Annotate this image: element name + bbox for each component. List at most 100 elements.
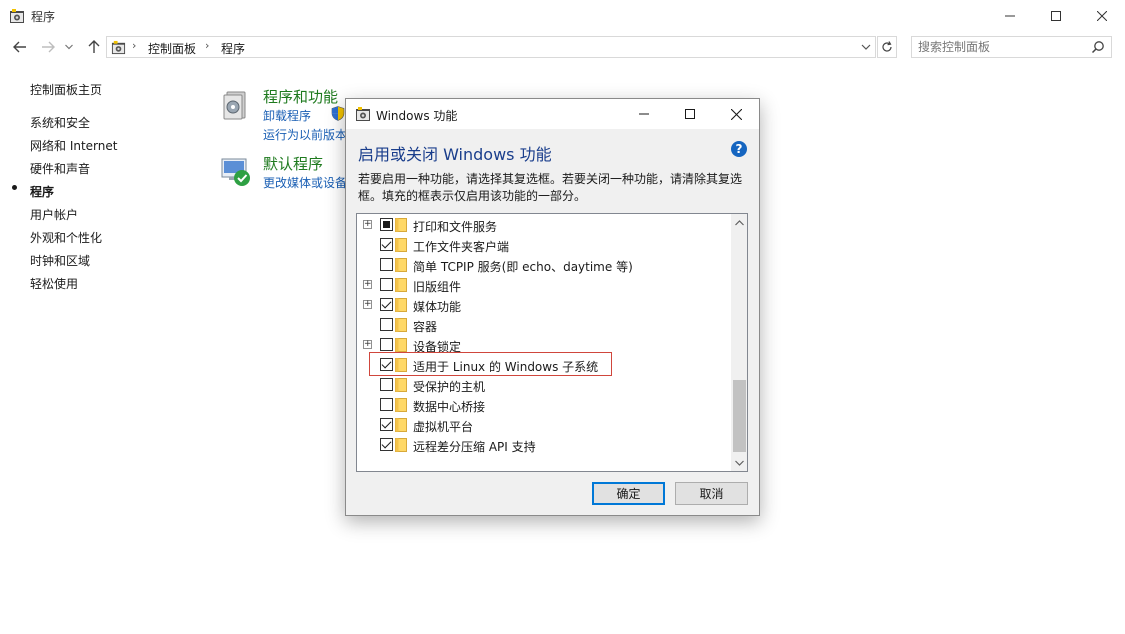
folder-icon — [395, 278, 407, 292]
up-button[interactable] — [84, 36, 104, 58]
sidebar-item-user-accounts[interactable]: 用户帐户 — [30, 206, 78, 223]
control-panel-icon — [111, 40, 126, 55]
windows-features-icon — [356, 107, 370, 121]
address-dropdown-icon[interactable] — [861, 44, 871, 51]
feature-tree[interactable]: + 打印和文件服务 工作文件夹客户端 简单 TCPIP 服务(即 echo、dayti… — [356, 213, 748, 472]
refresh-button[interactable] — [877, 36, 897, 58]
refresh-icon — [882, 41, 892, 52]
forward-button[interactable] — [38, 36, 58, 58]
sidebar-item-appearance[interactable]: 外观和个性化 — [30, 229, 102, 246]
feature-row[interactable]: + 打印和文件服务 — [357, 215, 732, 235]
address-toolbar: › 控制面板 › 程序 — [0, 32, 1125, 62]
sidebar-item-clock-region[interactable]: 时钟和区域 — [30, 252, 90, 269]
search-box[interactable] — [911, 36, 1112, 58]
uac-shield-icon — [331, 106, 345, 121]
ok-button[interactable]: 确定 — [592, 482, 665, 505]
feature-label: 受保护的主机 — [413, 380, 486, 394]
feature-row[interactable]: + 媒体功能 — [357, 295, 732, 315]
feature-checkbox[interactable] — [380, 278, 393, 291]
feature-label: 远程差分压缩 API 支持 — [413, 440, 536, 454]
feature-checkbox[interactable] — [380, 258, 393, 271]
expand-plus-icon[interactable]: + — [363, 220, 372, 229]
expand-plus-icon[interactable]: + — [363, 340, 372, 349]
run-older-programs-link[interactable]: 运行为以前版本 — [263, 126, 347, 143]
expand-plus-icon[interactable]: + — [363, 300, 372, 309]
sidebar-item-network-internet[interactable]: 网络和 Internet — [30, 137, 117, 154]
feature-row[interactable]: 虚拟机平台 — [357, 415, 732, 435]
feature-row[interactable]: 简单 TCPIP 服务(即 echo、daytime 等) — [357, 255, 732, 275]
programs-features-title[interactable]: 程序和功能 — [263, 86, 338, 107]
feature-label: 媒体功能 — [413, 300, 462, 314]
feature-label: 打印和文件服务 — [413, 220, 498, 234]
dialog-minimize-button[interactable] — [621, 99, 667, 129]
folder-icon — [395, 438, 407, 452]
maximize-button[interactable] — [1033, 0, 1079, 32]
maximize-icon — [685, 109, 695, 119]
sidebar-item-programs[interactable]: 程序 — [30, 183, 54, 200]
breadcrumb-separator-icon: › — [132, 39, 137, 52]
dialog-description: 若要启用一种功能，请选择其复选框。若要关闭一种功能，请清除其复选框。填充的框表示… — [358, 172, 743, 203]
minimize-button[interactable] — [987, 0, 1033, 32]
feature-label: 虚拟机平台 — [413, 420, 474, 434]
back-button[interactable] — [10, 36, 30, 58]
close-button[interactable] — [1079, 0, 1125, 32]
breadcrumb-programs[interactable]: 程序 — [221, 40, 245, 57]
default-programs-icon — [221, 158, 250, 186]
help-icon[interactable]: ? — [731, 141, 747, 157]
feature-row[interactable]: 受保护的主机 — [357, 375, 732, 395]
feature-row[interactable]: + 旧版组件 — [357, 275, 732, 295]
sidebar-item-system-security[interactable]: 系统和安全 — [30, 114, 90, 131]
dialog-titlebar: Windows 功能 — [346, 99, 759, 129]
dialog-maximize-button[interactable] — [667, 99, 713, 129]
default-programs-title[interactable]: 默认程序 — [263, 153, 323, 174]
feature-checkbox[interactable] — [380, 318, 393, 331]
dialog-heading: 启用或关闭 Windows 功能 — [358, 145, 552, 164]
feature-checkbox[interactable] — [380, 398, 393, 411]
feature-list-scrollbar[interactable] — [731, 214, 747, 471]
change-media-devices-link[interactable]: 更改媒体或设备 — [263, 174, 347, 191]
sidebar-item-ease-of-access[interactable]: 轻松使用 — [30, 275, 78, 292]
cancel-button[interactable]: 取消 — [675, 482, 748, 505]
feature-checkbox[interactable] — [380, 418, 393, 431]
close-icon — [730, 108, 742, 120]
active-item-bullet-icon — [12, 185, 17, 190]
feature-row[interactable]: 容器 — [357, 315, 732, 335]
feature-row[interactable]: 数据中心桥接 — [357, 395, 732, 415]
feature-row[interactable]: 工作文件夹客户端 — [357, 235, 732, 255]
breadcrumb-control-panel[interactable]: 控制面板 — [148, 40, 196, 57]
feature-checkbox[interactable] — [380, 238, 393, 251]
dialog-close-button[interactable] — [713, 99, 759, 129]
scroll-down-icon[interactable] — [731, 454, 747, 471]
feature-checkbox[interactable] — [380, 338, 393, 351]
folder-icon — [395, 218, 407, 232]
windows-features-dialog: Windows 功能 启用或关闭 Windows 功能 ? 若要启用一种功能，请… — [345, 98, 760, 516]
feature-checkbox[interactable] — [380, 438, 393, 451]
feature-checkbox[interactable] — [380, 298, 393, 311]
search-icon[interactable] — [1091, 40, 1105, 54]
search-input[interactable] — [918, 39, 1088, 55]
folder-icon — [395, 298, 407, 312]
feature-row[interactable]: 远程差分压缩 API 支持 — [357, 435, 732, 455]
folder-icon — [395, 238, 407, 252]
feature-checkbox[interactable] — [380, 218, 393, 231]
expand-plus-icon[interactable]: + — [363, 280, 372, 289]
feature-label: 容器 — [413, 320, 438, 334]
up-arrow-icon — [88, 40, 100, 53]
folder-icon — [395, 418, 407, 432]
scroll-up-icon[interactable] — [731, 214, 747, 231]
folder-icon — [395, 338, 407, 352]
minimize-icon — [639, 113, 649, 115]
feature-checkbox[interactable] — [380, 378, 393, 391]
folder-icon — [395, 398, 407, 412]
forward-arrow-icon — [42, 41, 55, 53]
sidebar-item-home[interactable]: 控制面板主页 — [30, 81, 102, 98]
sidebar-item-hardware-sound[interactable]: 硬件和声音 — [30, 160, 90, 177]
window-title: 程序 — [31, 10, 56, 24]
scrollbar-thumb[interactable] — [733, 380, 746, 452]
folder-icon — [395, 318, 407, 332]
address-bar[interactable]: › 控制面板 › 程序 — [106, 36, 876, 58]
folder-icon — [395, 258, 407, 272]
minimize-icon — [1005, 15, 1015, 17]
recent-locations-button[interactable] — [62, 36, 76, 58]
uninstall-program-link[interactable]: 卸载程序 — [263, 107, 311, 124]
